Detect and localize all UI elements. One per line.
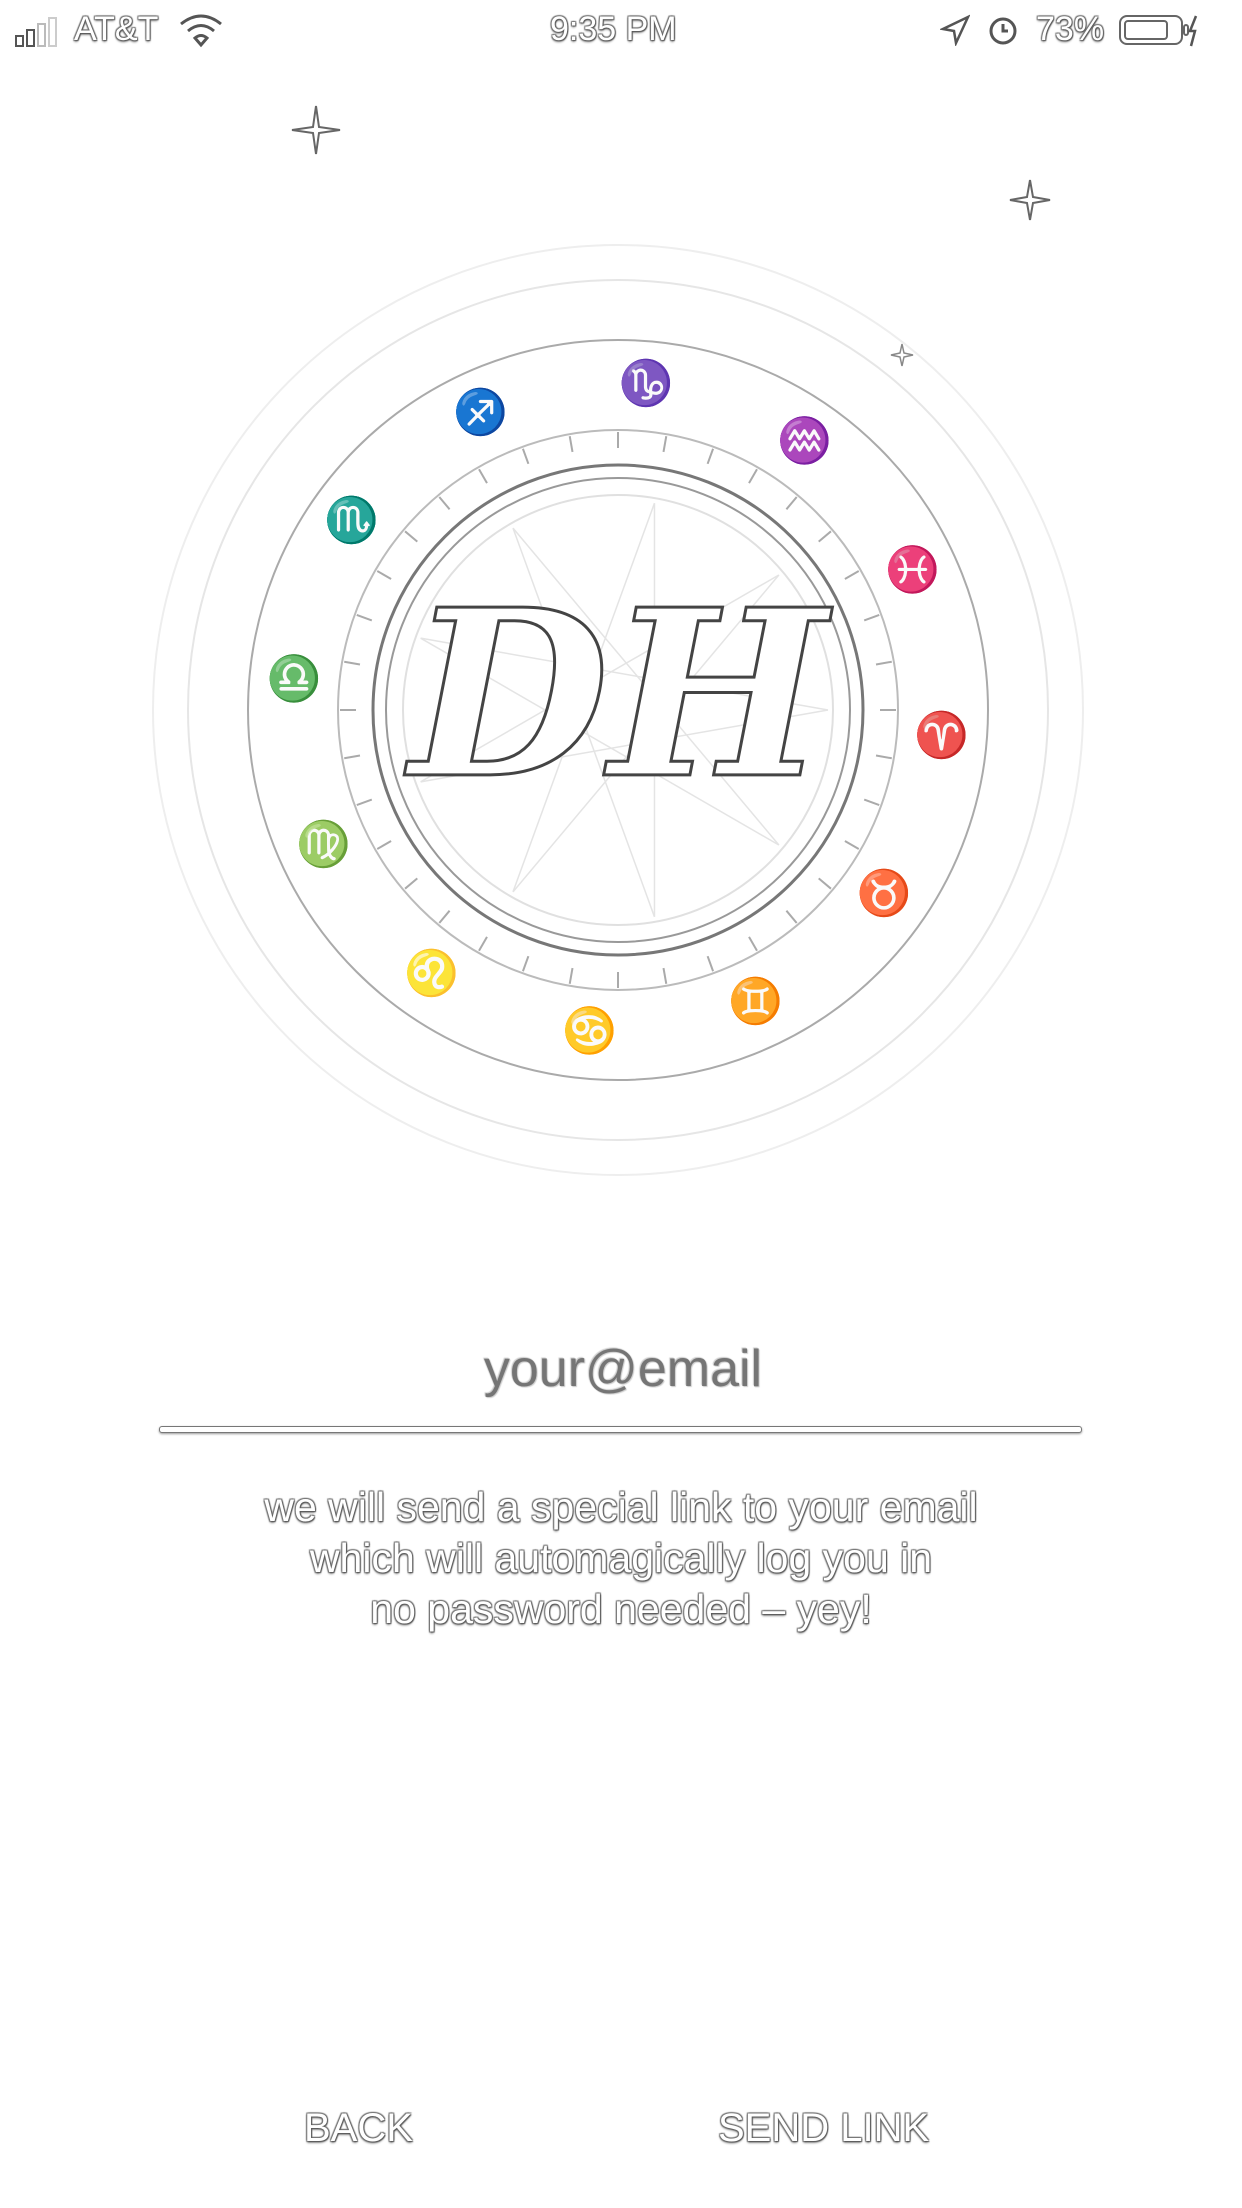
ring-tick	[376, 570, 392, 580]
zodiac-sign-icon: ♒	[777, 415, 832, 465]
ring-tick	[662, 436, 668, 453]
ring-tick	[568, 436, 574, 453]
ring-tick	[662, 967, 668, 984]
app-logo: ♐ ♑ ♒ ♓ ♈ ♉ ♊ ♋ ♌ ♍ ♎ ♏ DH	[152, 244, 1084, 1176]
zodiac-sign-icon: ♍	[296, 819, 351, 869]
zodiac-sign-icon: ♎	[267, 653, 322, 703]
ring-tick	[875, 660, 892, 666]
email-underline	[159, 1426, 1082, 1433]
ring-tick	[875, 754, 892, 760]
info-text: we will send a special link to your emai…	[0, 1482, 1242, 1635]
zodiac-sign-icon: ♌	[404, 948, 459, 998]
zodiac-sign-icon: ♉	[857, 868, 912, 918]
ring-tick	[748, 936, 758, 952]
send-link-button[interactable]: SEND LINK	[718, 2106, 929, 2151]
ring-tick	[844, 840, 860, 850]
ring-tick	[478, 936, 488, 952]
battery-icon	[1118, 14, 1198, 57]
info-line: no password needed – yey!	[370, 1586, 872, 1632]
sparkle-icon	[890, 343, 914, 372]
ring-tick	[844, 570, 860, 580]
ring-tick	[785, 496, 798, 510]
ring-tick	[478, 468, 488, 484]
signal-icon	[14, 16, 68, 57]
zodiac-sign-icon: ♐	[453, 387, 508, 437]
wifi-icon	[178, 12, 224, 57]
email-input[interactable]	[0, 1338, 1242, 1400]
info-line: which will automagically log you in	[309, 1535, 933, 1581]
ring-tick	[376, 840, 392, 850]
sparkle-icon	[1008, 178, 1052, 227]
ring-tick	[568, 967, 574, 984]
ring-tick	[863, 798, 880, 807]
zodiac-sign-icon: ♋	[562, 1005, 617, 1055]
ring-tick	[404, 877, 418, 890]
ring-tick	[785, 910, 798, 924]
ring-tick	[748, 468, 758, 484]
ring-tick	[818, 877, 832, 890]
zodiac-sign-icon: ♓	[885, 544, 940, 594]
ring-tick	[344, 660, 361, 666]
ring-tick	[438, 496, 451, 510]
ring-tick	[356, 798, 373, 807]
sparkle-icon	[290, 104, 342, 161]
logo-monogram: DH	[404, 560, 833, 830]
status-bar: AT&T 9:35 PM 73%	[0, 0, 1242, 60]
ring-tick	[863, 613, 880, 622]
back-button[interactable]: BACK	[304, 2106, 413, 2151]
zodiac-sign-icon: ♊	[728, 976, 783, 1026]
battery-percent: 73%	[1036, 10, 1105, 48]
location-icon	[938, 14, 971, 55]
clock-time: 9:35 PM	[550, 10, 677, 48]
ring-tick	[404, 530, 418, 543]
info-line: we will send a special link to your emai…	[264, 1484, 978, 1530]
ring-tick	[706, 955, 715, 972]
ring-tick	[344, 754, 361, 760]
carrier-label: AT&T	[74, 10, 159, 48]
zodiac-sign-icon: ♑	[619, 358, 674, 408]
ring-tick	[818, 530, 832, 543]
ring-tick	[521, 448, 530, 465]
alarm-icon	[986, 12, 1020, 55]
ring-tick	[706, 448, 715, 465]
zodiac-sign-icon: ♈	[914, 710, 969, 760]
ring-tick	[438, 910, 451, 924]
zodiac-sign-icon: ♏	[324, 495, 379, 545]
ring-tick	[521, 955, 530, 972]
ring-tick	[356, 613, 373, 622]
